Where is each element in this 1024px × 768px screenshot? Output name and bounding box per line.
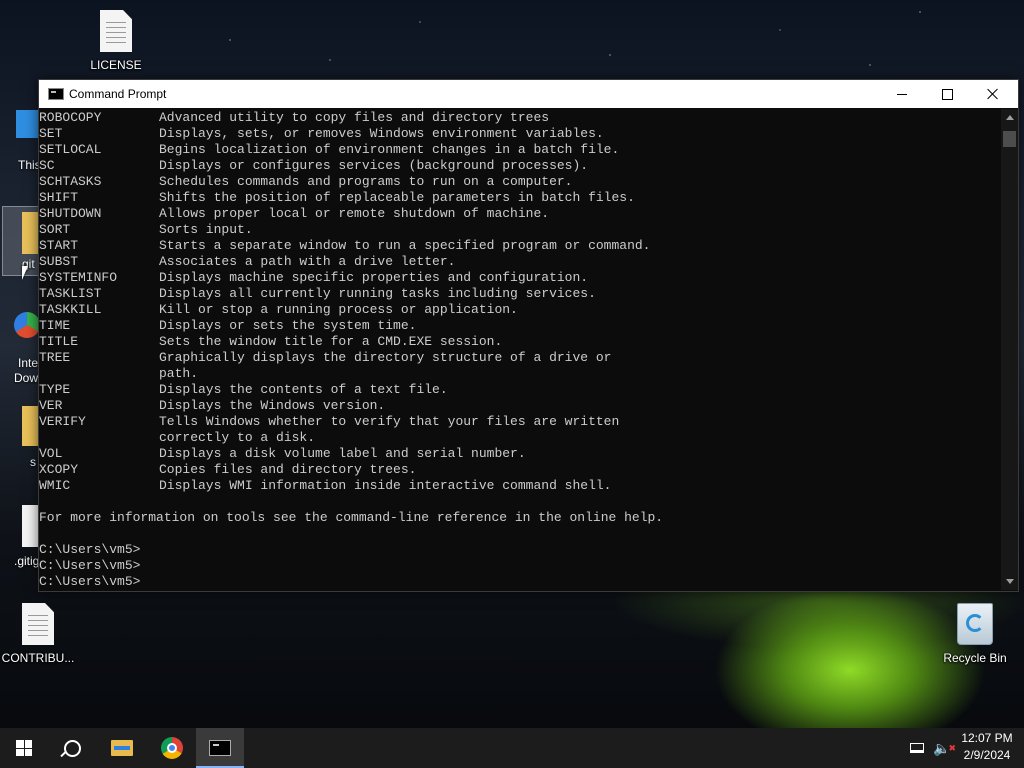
command-prompt-icon — [48, 88, 64, 100]
console-line: TASKKILL Kill or stop a running process o… — [39, 302, 518, 317]
clock-date: 2/9/2024 — [963, 748, 1011, 762]
console-line: SCHTASKS Schedules commands and programs … — [39, 174, 573, 189]
mute-icon: ✖ — [948, 742, 956, 753]
scroll-thumb[interactable] — [1003, 131, 1016, 147]
mouse-cursor-icon — [22, 266, 28, 280]
file-explorer-icon — [111, 740, 133, 756]
taskbar: 🔈 ✖ 12:07 PM 2/9/2024 — [0, 728, 1024, 768]
console-line: VOL Displays a disk volume label and seri… — [39, 446, 526, 461]
window-title: Command Prompt — [69, 87, 167, 101]
network-icon — [910, 743, 924, 753]
scroll-up-icon[interactable] — [1006, 115, 1014, 120]
console-line: SUBST Associates a path with a drive lett… — [39, 254, 456, 269]
console-line: correctly to a disk. — [159, 430, 316, 445]
console-line: XCOPY Copies files and directory trees. — [39, 462, 417, 477]
system-clock[interactable]: 12:07 PM 2/9/2024 — [956, 730, 1018, 764]
recycle-bin-icon — [957, 603, 993, 645]
desktop-partial-label-dow[interactable]: Dow — [14, 371, 38, 385]
console-line: SETLOCAL Begins localization of environme… — [39, 142, 620, 157]
minimize-icon — [897, 93, 907, 95]
document-icon — [100, 10, 132, 52]
console-prompt: C:\Users\vm5> — [39, 542, 141, 557]
maximize-button[interactable] — [924, 80, 970, 108]
maximize-icon — [941, 88, 953, 100]
console-line: WMIC Displays WMI information inside inte… — [39, 478, 612, 493]
file-explorer-button[interactable] — [98, 728, 146, 768]
command-prompt-taskbar-button[interactable] — [196, 728, 244, 768]
windows-logo-icon — [16, 740, 32, 756]
clock-time: 12:07 PM — [961, 731, 1013, 745]
console-output[interactable]: ROBOCOPY Advanced utility to copy files a… — [39, 109, 1000, 591]
console-line: path. — [159, 366, 199, 381]
console-line: SORT Sorts input. — [39, 222, 253, 237]
command-prompt-window[interactable]: Command Prompt ROBOCOPY Advanced utility … — [38, 79, 1019, 592]
chrome-button[interactable] — [148, 728, 196, 768]
minimize-button[interactable] — [879, 80, 925, 108]
document-icon — [22, 603, 54, 645]
console-line: TASKLIST Displays all currently running t… — [39, 286, 596, 301]
desktop-icon-label: LICENSE — [90, 58, 142, 72]
console-line: VERIFY Tells Windows whether to verify th… — [39, 414, 620, 429]
console-line: TYPE Displays the contents of a text file… — [39, 382, 448, 397]
command-prompt-icon — [209, 740, 231, 756]
desktop-partial-label-gitignore[interactable]: .gitig — [14, 554, 39, 568]
console-line: SYSTEMINFO Displays machine specific prop… — [39, 270, 589, 285]
desktop-partial-label-inte[interactable]: Inte — [18, 356, 38, 370]
console-prompt-active[interactable]: C:\Users\vm5> — [39, 574, 1000, 590]
desktop-icon-license[interactable]: LICENSE — [78, 10, 154, 72]
volume-button[interactable]: 🔈 ✖ — [933, 728, 956, 768]
desktop-partial-label-s[interactable]: s — [30, 455, 36, 469]
desktop-icon-label: CONTRIBU... — [1, 651, 75, 665]
search-button[interactable] — [48, 728, 96, 768]
desktop-icon-label: Recycle Bin — [943, 651, 1007, 665]
app-shortcut-icon — [14, 312, 40, 338]
network-button[interactable] — [910, 728, 928, 768]
desktop-icon-recycle-bin[interactable]: Recycle Bin — [937, 603, 1013, 665]
console-line: SC Displays or configures services (backg… — [39, 158, 589, 173]
console-prompt: C:\Users\vm5> — [39, 558, 141, 573]
close-icon — [987, 88, 999, 100]
desktop-icon-contributing[interactable]: CONTRIBU... — [0, 603, 76, 665]
close-button[interactable] — [970, 80, 1016, 108]
console-line: SET Displays, sets, or removes Windows en… — [39, 126, 604, 141]
console-line: SHIFT Shifts the position of replaceable … — [39, 190, 635, 205]
this-pc-icon — [16, 110, 38, 138]
console-line: ROBOCOPY Advanced utility to copy files a… — [39, 110, 550, 125]
chrome-icon — [161, 737, 183, 759]
vertical-scrollbar[interactable] — [1001, 109, 1018, 590]
start-button[interactable] — [0, 728, 48, 768]
console-line: TITLE Sets the window title for a CMD.EXE… — [39, 334, 503, 349]
search-icon — [63, 739, 81, 757]
console-line: TREE Graphically displays the directory s… — [39, 350, 612, 365]
console-line: VER Displays the Windows version. — [39, 398, 386, 413]
console-line: SHUTDOWN Allows proper local or remote sh… — [39, 206, 550, 221]
scroll-down-icon[interactable] — [1006, 579, 1014, 584]
console-line: START Starts a separate window to run a s… — [39, 238, 651, 253]
console-footer: For more information on tools see the co… — [39, 510, 664, 525]
window-titlebar[interactable]: Command Prompt — [39, 80, 1018, 108]
console-line: TIME Displays or sets the system time. — [39, 318, 417, 333]
